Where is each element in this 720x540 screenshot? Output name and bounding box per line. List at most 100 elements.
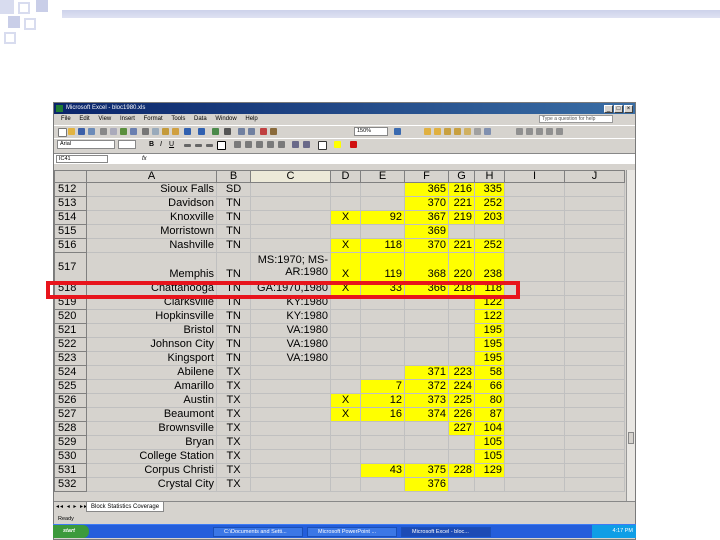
increase-decimal-icon[interactable] bbox=[267, 141, 274, 148]
drawing-icon[interactable] bbox=[270, 128, 277, 135]
cell-b[interactable]: TN bbox=[216, 252, 251, 282]
comma-icon[interactable] bbox=[256, 141, 263, 148]
row-header[interactable]: 517 bbox=[54, 252, 87, 282]
sort-ascending-icon[interactable] bbox=[238, 128, 245, 135]
cell-i[interactable] bbox=[504, 379, 565, 394]
cell-b[interactable]: TX bbox=[216, 393, 251, 408]
menu-file[interactable]: File bbox=[61, 114, 71, 124]
cell-d[interactable]: X bbox=[330, 252, 361, 282]
cell-c[interactable] bbox=[250, 435, 331, 450]
cell-b[interactable]: TX bbox=[216, 463, 251, 478]
column-header[interactable]: G bbox=[448, 170, 475, 183]
row-header[interactable]: 524 bbox=[54, 365, 87, 380]
copy-icon[interactable] bbox=[152, 128, 159, 135]
menu-format[interactable]: Format bbox=[144, 114, 163, 124]
cell-a[interactable]: Chattanooga bbox=[86, 281, 217, 296]
cell-c[interactable] bbox=[250, 421, 331, 436]
cell-a[interactable]: Bryan bbox=[86, 435, 217, 450]
cell-h[interactable]: 118 bbox=[474, 281, 505, 296]
cell-j[interactable] bbox=[564, 295, 625, 310]
cell-i[interactable] bbox=[504, 421, 565, 436]
cell-d[interactable]: X bbox=[330, 393, 361, 408]
cell-a[interactable]: Beaumont bbox=[86, 407, 217, 422]
cell-g[interactable] bbox=[448, 295, 475, 310]
cell-b[interactable]: TN bbox=[216, 323, 251, 338]
save-icon[interactable] bbox=[78, 128, 85, 135]
cell-f[interactable] bbox=[404, 323, 449, 338]
cell-d[interactable]: X bbox=[330, 238, 361, 253]
cell-g[interactable]: 227 bbox=[448, 421, 475, 436]
cell-j[interactable] bbox=[564, 407, 625, 422]
cell-f[interactable] bbox=[404, 295, 449, 310]
cell-f[interactable]: 371 bbox=[404, 365, 449, 380]
cell-a[interactable]: Abilene bbox=[86, 365, 217, 380]
cell-j[interactable] bbox=[564, 238, 625, 253]
cell-i[interactable] bbox=[504, 182, 565, 197]
help-search-input[interactable]: Type a question for help bbox=[539, 115, 613, 123]
cell-f[interactable]: 368 bbox=[404, 252, 449, 282]
cell-e[interactable]: 119 bbox=[360, 252, 405, 282]
zoom-select[interactable]: 150% bbox=[354, 127, 388, 136]
cell-e[interactable] bbox=[360, 337, 405, 352]
cell-i[interactable] bbox=[504, 463, 565, 478]
cell-e[interactable]: 16 bbox=[360, 407, 405, 422]
decrease-indent-icon[interactable] bbox=[292, 141, 299, 148]
row-header[interactable]: 518 bbox=[54, 281, 87, 296]
cell-c[interactable] bbox=[250, 393, 331, 408]
cell-h[interactable]: 58 bbox=[474, 365, 505, 380]
cell-c[interactable] bbox=[250, 379, 331, 394]
cell-j[interactable] bbox=[564, 224, 625, 239]
cell-j[interactable] bbox=[564, 435, 625, 450]
name-box[interactable]: IC41 bbox=[56, 155, 108, 163]
cell-e[interactable] bbox=[360, 323, 405, 338]
cell-b[interactable]: TN bbox=[216, 337, 251, 352]
cell-c[interactable] bbox=[250, 477, 331, 492]
font-size-select[interactable] bbox=[118, 140, 136, 149]
column-header[interactable]: E bbox=[360, 170, 405, 183]
menu-tools[interactable]: Tools bbox=[171, 114, 185, 124]
percent-icon[interactable] bbox=[245, 141, 252, 148]
cell-i[interactable] bbox=[504, 477, 565, 492]
cell-h[interactable]: 105 bbox=[474, 435, 505, 450]
cell-j[interactable] bbox=[564, 351, 625, 366]
cell-h[interactable]: 238 bbox=[474, 252, 505, 282]
cell-h[interactable]: 252 bbox=[474, 196, 505, 211]
cell-d[interactable] bbox=[330, 323, 361, 338]
row-header[interactable]: 527 bbox=[54, 407, 87, 422]
cell-h[interactable]: 195 bbox=[474, 323, 505, 338]
cell-a[interactable]: Clarksville bbox=[86, 295, 217, 310]
row-header[interactable]: 512 bbox=[54, 182, 87, 197]
cell-f[interactable]: 374 bbox=[404, 407, 449, 422]
cell-j[interactable] bbox=[564, 463, 625, 478]
cell-g[interactable] bbox=[448, 224, 475, 239]
cell-i[interactable] bbox=[504, 351, 565, 366]
currency-icon[interactable] bbox=[234, 141, 241, 148]
cell-b[interactable]: TX bbox=[216, 477, 251, 492]
row-header[interactable]: 525 bbox=[54, 379, 87, 394]
chart-wizard-icon[interactable] bbox=[260, 128, 267, 135]
minimize-icon[interactable]: _ bbox=[604, 105, 613, 113]
cell-e[interactable] bbox=[360, 295, 405, 310]
cell-b[interactable]: TN bbox=[216, 224, 251, 239]
permission-icon[interactable] bbox=[88, 128, 95, 135]
cell-g[interactable] bbox=[448, 337, 475, 352]
cell-b[interactable]: TN bbox=[216, 281, 251, 296]
cell-c[interactable]: VA:1980 bbox=[250, 337, 331, 352]
cell-f[interactable] bbox=[404, 337, 449, 352]
cell-a[interactable]: College Station bbox=[86, 449, 217, 464]
cell-a[interactable]: Crystal City bbox=[86, 477, 217, 492]
cell-d[interactable] bbox=[330, 463, 361, 478]
cell-g[interactable]: 220 bbox=[448, 252, 475, 282]
row-header[interactable]: 521 bbox=[54, 323, 87, 338]
font-name-select[interactable]: Arial bbox=[57, 140, 115, 149]
cell-e[interactable] bbox=[360, 477, 405, 492]
cell-e[interactable]: 118 bbox=[360, 238, 405, 253]
menu-view[interactable]: View bbox=[98, 114, 111, 124]
cell-e[interactable] bbox=[360, 421, 405, 436]
toolbar-icon-f[interactable] bbox=[474, 128, 481, 135]
print-icon[interactable] bbox=[100, 128, 107, 135]
cell-e[interactable] bbox=[360, 224, 405, 239]
cell-d[interactable] bbox=[330, 337, 361, 352]
cell-f[interactable] bbox=[404, 435, 449, 450]
cell-h[interactable]: 195 bbox=[474, 351, 505, 366]
